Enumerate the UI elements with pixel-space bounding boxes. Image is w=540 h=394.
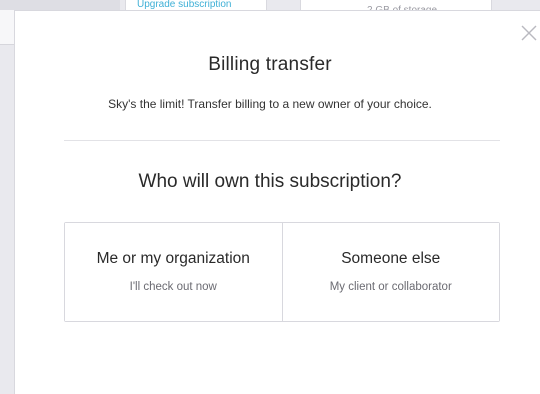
modal-title: Billing transfer	[208, 54, 332, 75]
modal-subtitle: Sky's the limit! Transfer billing to a n…	[108, 97, 432, 111]
option-description: My client or collaborator	[329, 281, 452, 293]
divider	[64, 140, 500, 141]
option-description: I'll check out now	[129, 281, 217, 293]
ownership-question: Who will own this subscription?	[138, 171, 402, 192]
option-someone-else[interactable]: Someone else My client or collaborator	[281, 223, 499, 321]
close-icon	[521, 25, 537, 41]
upgrade-subscription-link[interactable]: Upgrade subscription	[137, 0, 232, 10]
close-button[interactable]	[519, 23, 539, 43]
option-title: Someone else	[341, 250, 441, 267]
owner-options: Me or my organization I'll check out now…	[64, 222, 500, 322]
background-left-bar	[0, 10, 14, 45]
option-title: Me or my organization	[96, 250, 250, 267]
option-me-or-organization[interactable]: Me or my organization I'll check out now	[65, 223, 282, 321]
